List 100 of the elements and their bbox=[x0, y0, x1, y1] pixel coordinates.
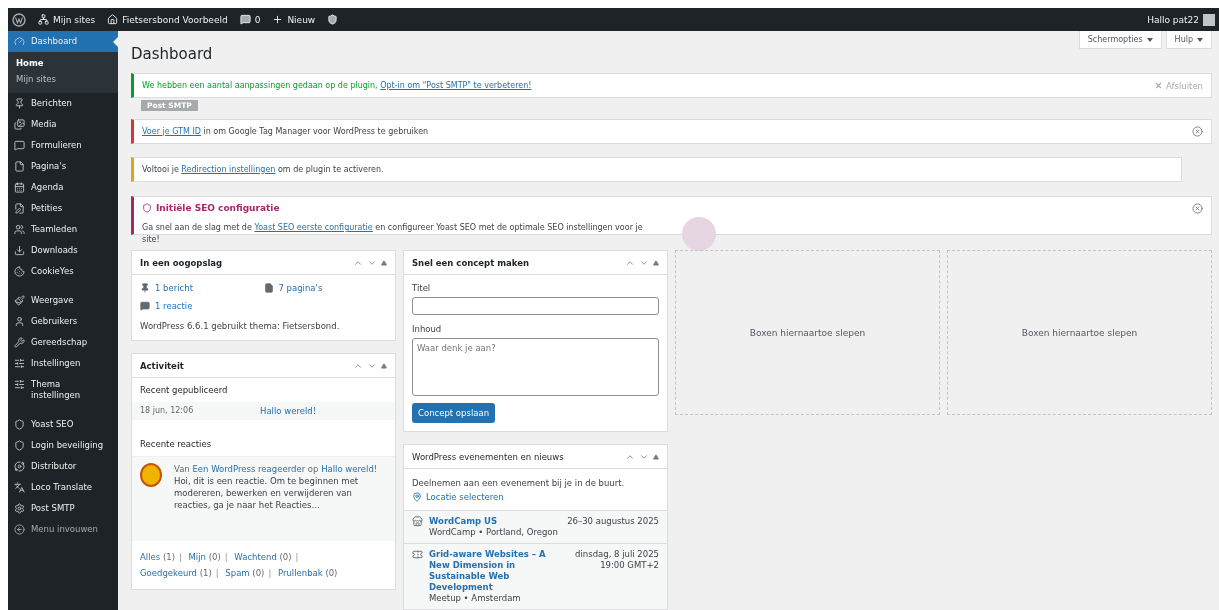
toggle-icon[interactable] bbox=[381, 362, 387, 369]
close-icon[interactable] bbox=[1192, 203, 1203, 214]
notice-link[interactable]: Voer je GTM ID bbox=[142, 126, 201, 136]
filter-link[interactable]: Wachtend bbox=[234, 552, 277, 562]
cookie-icon bbox=[14, 266, 25, 277]
sliders-icon bbox=[14, 358, 25, 369]
images-icon bbox=[14, 119, 25, 130]
wrench-icon bbox=[14, 337, 25, 348]
post-link[interactable]: Hallo wereld! bbox=[260, 406, 387, 416]
admin-bar-link[interactable]: Mijn sites bbox=[38, 14, 96, 25]
event-link[interactable]: WordCamp US bbox=[429, 516, 562, 527]
sidebar-item[interactable]: Loco Translate bbox=[8, 477, 118, 498]
sidebar-item[interactable]: Pagina's bbox=[8, 156, 118, 177]
download-icon bbox=[14, 245, 25, 256]
toggle-icon[interactable] bbox=[381, 259, 387, 266]
glance-link[interactable]: 1 reactie bbox=[140, 301, 264, 311]
submenu-item[interactable]: Home bbox=[8, 55, 118, 71]
filter-link[interactable]: Goedgekeurd bbox=[140, 568, 197, 578]
avatar[interactable] bbox=[1203, 13, 1215, 26]
sidebar-item[interactable]: Instellingen bbox=[8, 353, 118, 374]
sidebar-item[interactable]: Gebruikers bbox=[8, 311, 118, 332]
field-label: Titel bbox=[412, 283, 432, 293]
users-icon bbox=[14, 224, 25, 235]
comment-icon bbox=[140, 301, 150, 311]
notice-text: We hebben een aantal aanpassingen gedaan op de plugin, Opt-in om "Post SMTP" te verbeteren! bbox=[142, 79, 533, 92]
admin-bar-link[interactable]: Fietsersbond Voorbeeld bbox=[107, 14, 228, 25]
home-icon bbox=[107, 14, 119, 25]
event-date: dinsdag, 8 juli 2025 bbox=[575, 549, 659, 560]
sidebar-item[interactable]: Post SMTP bbox=[8, 498, 118, 519]
sidebar-item[interactable]: Teamleden bbox=[8, 219, 118, 240]
user-icon bbox=[14, 316, 25, 327]
sidebar-item[interactable]: Dashboard bbox=[8, 31, 118, 52]
location-link[interactable]: Locatie selecteren bbox=[412, 492, 659, 502]
sidebar-item[interactable]: Yoast SEO bbox=[8, 414, 118, 435]
event-link[interactable]: Grid-aware Websites – A New Dimension in Sustainable Web Development bbox=[429, 549, 570, 593]
version-text: WordPress 6.6.1 gebruikt thema: Fietsersbond. bbox=[140, 320, 341, 332]
post-date: 18 jun, 12:06 bbox=[140, 406, 195, 416]
sidebar-item[interactable]: Agenda bbox=[8, 177, 118, 198]
screen-meta-button[interactable]: Hulp bbox=[1165, 31, 1212, 49]
separator: | bbox=[295, 552, 299, 562]
sidebar-item[interactable]: Menu invouwen bbox=[8, 519, 118, 540]
widget-title: WordPress evenementen en nieuws bbox=[412, 451, 565, 462]
content-field[interactable]: Waar denk je aan? bbox=[412, 338, 659, 396]
admin-bar-link[interactable]: 0 bbox=[239, 14, 261, 25]
section-heading: Recente reacties bbox=[139, 438, 213, 451]
sidebar-item[interactable]: Weergave bbox=[8, 290, 118, 311]
greeting[interactable]: Hallo pat22 bbox=[1147, 14, 1199, 25]
filter-link[interactable]: Alles bbox=[140, 552, 161, 562]
separator: | bbox=[215, 568, 219, 578]
close-icon[interactable] bbox=[1192, 126, 1203, 137]
widget-title: In een oogopslag bbox=[140, 257, 224, 268]
gauge-icon bbox=[14, 36, 25, 47]
title-field[interactable] bbox=[412, 297, 659, 315]
filter-link[interactable]: Spam bbox=[225, 568, 250, 578]
glance-link[interactable]: 7 pagina's bbox=[263, 283, 387, 293]
translate-icon bbox=[14, 482, 25, 493]
section-heading: Recent gepubliceerd bbox=[139, 384, 229, 397]
shield-icon bbox=[142, 203, 152, 213]
page-icon bbox=[14, 161, 25, 172]
sidebar-item[interactable]: Distributor bbox=[8, 456, 118, 477]
toggle-icon[interactable] bbox=[653, 259, 659, 266]
sidebar-item[interactable]: Berichten bbox=[8, 93, 118, 114]
submenu-item[interactable]: Mijn sites bbox=[8, 71, 118, 87]
shield-icon[interactable] bbox=[327, 14, 339, 25]
separator: | bbox=[224, 552, 228, 562]
filter-link[interactable]: Mijn bbox=[188, 552, 206, 562]
glance-link[interactable]: 1 bericht bbox=[140, 283, 264, 293]
page-title: Dashboard bbox=[131, 45, 213, 63]
notice-title: Initiële SEO configuratie bbox=[156, 203, 280, 213]
sidebar-item[interactable]: Gereedschap bbox=[8, 332, 118, 353]
save-draft-button[interactable]: Concept opslaan bbox=[412, 403, 496, 423]
sliders-icon bbox=[14, 379, 25, 390]
admin-bar-link[interactable]: Nieuw bbox=[272, 14, 316, 25]
comment-text: Van Een WordPress reageerder op Hallo wereld! Hoi, dit is een reactie. Om te beginnen met modereren, bewerken en verwijderen van reacties, ga je naar het Reacties… bbox=[174, 463, 379, 511]
shield-icon bbox=[14, 440, 25, 451]
toggle-icon[interactable] bbox=[653, 453, 659, 460]
brush-icon bbox=[14, 295, 25, 306]
separator: | bbox=[268, 568, 272, 578]
edit-icon bbox=[14, 203, 25, 214]
sidebar-item[interactable]: Downloads bbox=[8, 240, 118, 261]
notice-link[interactable]: Redirection instellingen bbox=[181, 164, 276, 174]
notice-link[interactable]: Opt-in om "Post SMTP" te verbeteren! bbox=[380, 80, 532, 90]
logo-icon[interactable] bbox=[12, 12, 26, 27]
event-time: 19:00 GMT+2 bbox=[600, 560, 659, 571]
sidebar-item[interactable]: Petities bbox=[8, 198, 118, 219]
sidebar-item[interactable]: Thema instellingen bbox=[8, 374, 118, 406]
sites-icon bbox=[38, 14, 49, 25]
drop-zone-text: Boxen hiernaartoe slepen bbox=[1021, 327, 1138, 338]
plus-icon bbox=[272, 14, 284, 25]
notice-link[interactable]: Yoast SEO eerste configuratie bbox=[254, 223, 373, 232]
form-icon bbox=[14, 140, 25, 151]
sidebar-item[interactable]: Formulieren bbox=[8, 135, 118, 156]
author-link[interactable]: Een WordPress reageerder bbox=[192, 464, 306, 474]
post-link[interactable]: Hallo wereld! bbox=[321, 464, 378, 474]
sidebar-item[interactable]: Media bbox=[8, 114, 118, 135]
screen-meta-button[interactable]: Schermopties bbox=[1078, 31, 1162, 49]
sidebar-item[interactable]: CookieYes bbox=[8, 261, 118, 282]
event-meta: WordCamp • Portland, Oregon bbox=[429, 527, 559, 538]
filter-link[interactable]: Prullenbak bbox=[277, 568, 323, 578]
sidebar-item[interactable]: Login beveiliging bbox=[8, 435, 118, 456]
